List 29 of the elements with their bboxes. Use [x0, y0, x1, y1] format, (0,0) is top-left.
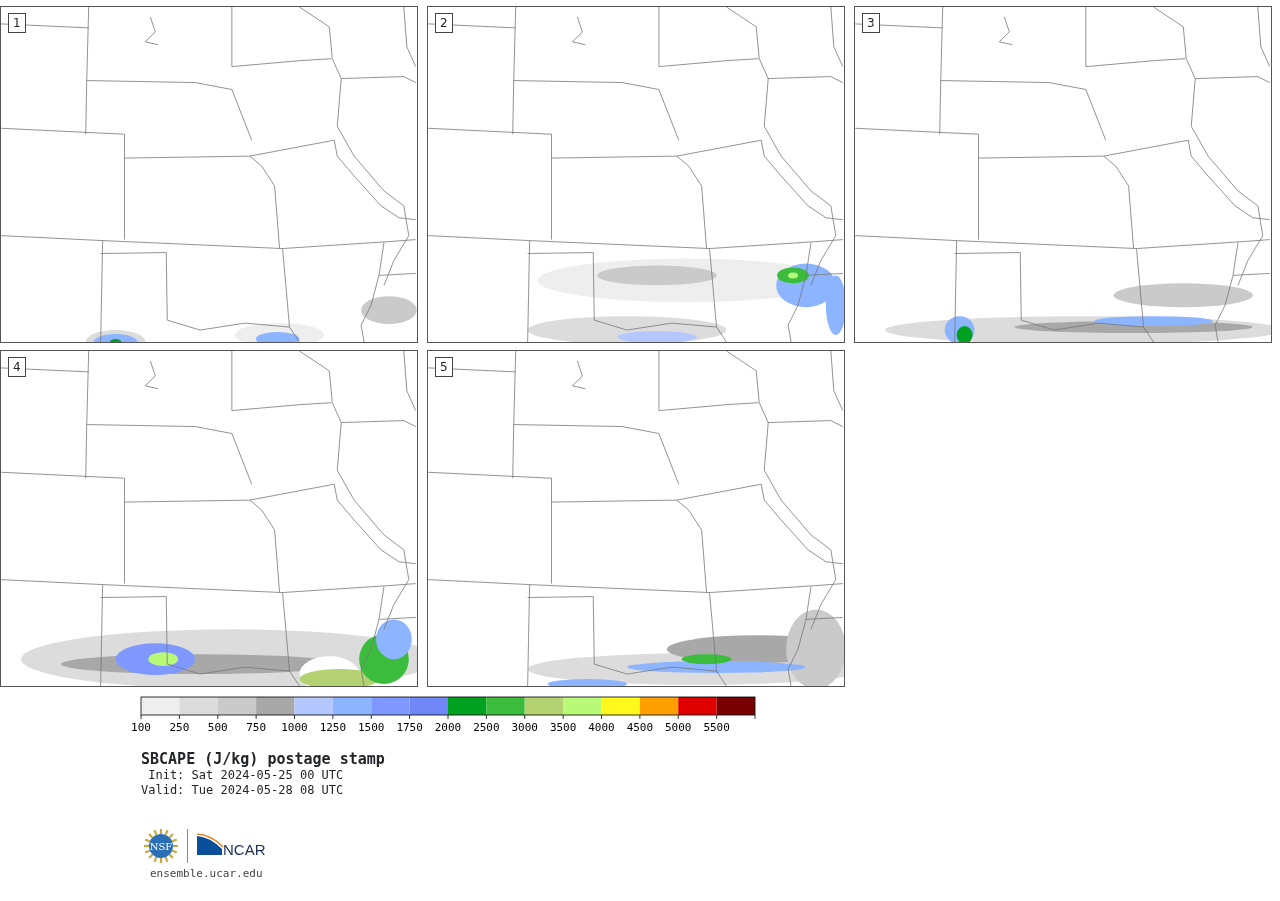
tick-label: 1500: [358, 721, 385, 734]
panel-number: 1: [8, 13, 26, 33]
valid-time: Valid: Tue 2024-05-28 08 UTC: [141, 783, 345, 798]
tick-label: 4000: [588, 721, 615, 734]
tick-label: 750: [246, 721, 267, 734]
logo-text: NCAR: [223, 841, 266, 858]
tick-label: 5500: [703, 721, 730, 734]
panel-number: 3: [862, 13, 880, 33]
tick-label: 250: [169, 721, 190, 734]
tick-label: 3500: [549, 721, 577, 734]
logo-divider: [187, 829, 188, 863]
tick-label: 3000: [511, 721, 538, 734]
logo-text: NSF: [149, 841, 173, 852]
tick-label: 5000: [665, 721, 692, 734]
tick-label: 2500: [473, 721, 500, 734]
tick-label: 4500: [626, 721, 654, 734]
tick-label: 100: [131, 721, 151, 734]
website-url: ensemble.ucar.edu: [150, 866, 264, 882]
tick-label: 1250: [319, 721, 347, 734]
panel-number: 2: [435, 13, 453, 33]
chart-title: SBCAPE (J/kg) postage stamp: [141, 750, 386, 768]
tick-label: 1750: [396, 721, 423, 734]
panel-number: 4: [8, 357, 26, 377]
tick-label: 1000: [281, 721, 308, 734]
init-time: Init: Sat 2024-05-25 00 UTC: [147, 768, 345, 783]
tick-label: 2000: [434, 721, 462, 734]
swoosh-icon: [196, 833, 224, 855]
tick-label: 500: [207, 721, 228, 734]
panel-number: 5: [435, 357, 453, 377]
